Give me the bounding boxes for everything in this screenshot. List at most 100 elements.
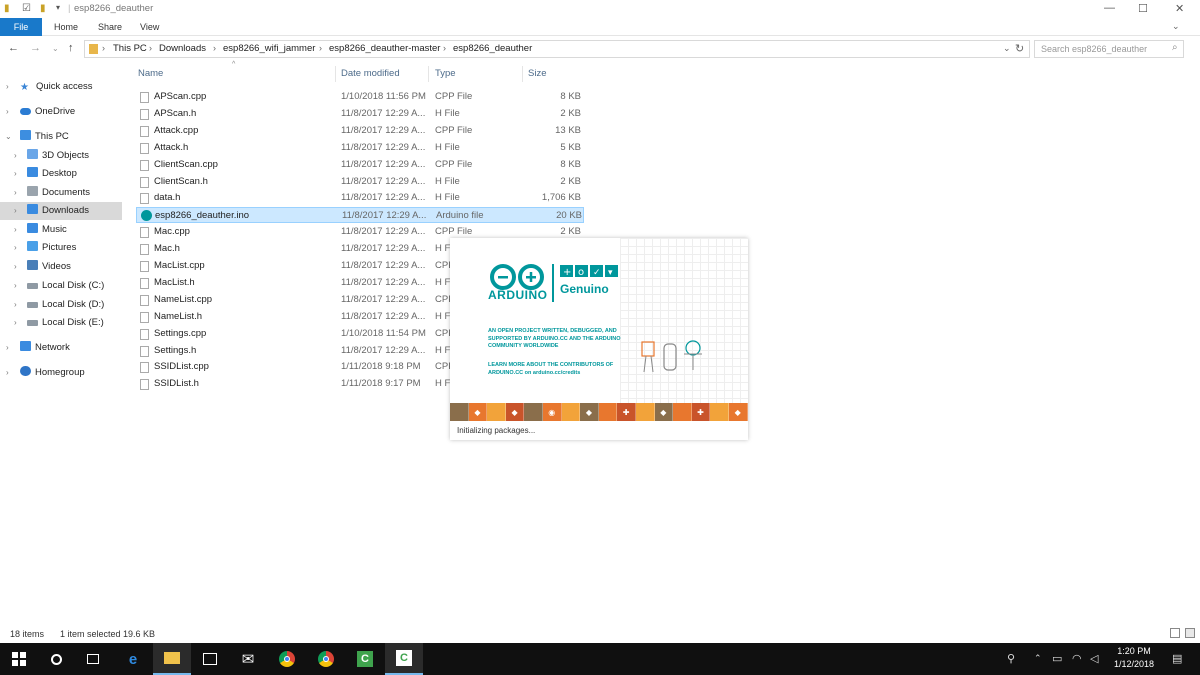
wifi-icon[interactable]: ◠ xyxy=(1072,652,1082,665)
sidebar-item-quick-access[interactable]: › ★ Quick access xyxy=(0,78,130,96)
chevron-right-icon[interactable]: › xyxy=(14,258,17,276)
breadcrumb-separator: › xyxy=(102,43,105,53)
genuino-symbols-icon: + o ✓ ▾ xyxy=(560,265,618,278)
file-row[interactable]: esp8266_deauther.ino 11/8/2017 12:29 A...… xyxy=(136,207,584,224)
breadcrumb-wifi-jammer[interactable]: esp8266_wifi_jammer xyxy=(223,43,315,54)
chrome-button[interactable] xyxy=(268,643,306,675)
sidebar-item-videos[interactable]: › Videos xyxy=(0,258,130,276)
refresh-icon[interactable]: ↻ xyxy=(1015,42,1024,55)
breadcrumb-deauther[interactable]: esp8266_deauther xyxy=(453,43,532,54)
volume-icon[interactable]: ◁ xyxy=(1090,652,1098,665)
chevron-right-icon[interactable]: › xyxy=(6,78,9,96)
sidebar-item-label: 3D Objects xyxy=(42,150,89,161)
search-button[interactable] xyxy=(37,643,75,675)
tab-home[interactable]: Home xyxy=(42,18,90,36)
file-row[interactable]: APScan.h 11/8/2017 12:29 A... H File 2 KB xyxy=(136,106,584,122)
camtasia-recorder-button[interactable]: C xyxy=(385,643,423,675)
up-arrow-icon[interactable]: ↑ xyxy=(68,42,74,54)
sidebar-item-this-pc[interactable]: ⌄ This PC xyxy=(0,128,130,146)
sidebar-item-network[interactable]: › Network xyxy=(0,339,130,357)
system-clock[interactable]: 1:20 PM 1/12/2018 xyxy=(1104,645,1164,671)
notifications-icon[interactable]: ▤ xyxy=(1172,652,1182,665)
chevron-down-icon[interactable]: ⌄ xyxy=(5,128,12,146)
chevron-right-icon[interactable]: › xyxy=(14,202,17,220)
tab-share[interactable]: Share xyxy=(86,18,134,36)
mail-button[interactable]: ✉ xyxy=(229,643,267,675)
column-header-size[interactable]: Size xyxy=(528,68,546,79)
breadcrumb-deauther-master[interactable]: esp8266_deauther-master xyxy=(329,43,440,54)
file-row[interactable]: ClientScan.h 11/8/2017 12:29 A... H File 2 … xyxy=(136,174,584,190)
chevron-right-icon[interactable]: › xyxy=(14,314,17,332)
edge-button[interactable]: e xyxy=(114,643,152,675)
column-divider[interactable] xyxy=(428,66,429,82)
chevron-right-icon[interactable]: › xyxy=(14,221,17,239)
forward-arrow-icon[interactable]: → xyxy=(30,42,41,54)
taskbar: e ✉ C C ⚲ ⌃ ▭ ◠ ◁ 1:20 PM 1/12/2018 ▤ xyxy=(0,643,1200,675)
sidebar-item-onedrive[interactable]: › OneDrive xyxy=(0,103,130,121)
breadcrumb-downloads[interactable]: Downloads xyxy=(159,43,206,54)
chevron-right-icon[interactable]: › xyxy=(14,239,17,257)
chevron-right-icon[interactable]: › xyxy=(14,277,17,295)
chevron-right-icon[interactable]: › xyxy=(14,296,17,314)
sidebar-item-pictures[interactable]: › Pictures xyxy=(0,239,130,257)
chrome-button-2[interactable] xyxy=(307,643,345,675)
details-view-icon[interactable] xyxy=(1170,628,1180,638)
chevron-right-icon[interactable]: › xyxy=(6,103,9,121)
file-name: SSIDList.h xyxy=(154,378,199,390)
column-header-date[interactable]: Date modified xyxy=(341,68,400,79)
title-divider: | xyxy=(68,3,71,14)
store-button[interactable] xyxy=(191,643,229,675)
sidebar-item-documents[interactable]: › Documents xyxy=(0,184,130,202)
svg-text:o: o xyxy=(578,267,584,278)
sidebar-item-desktop[interactable]: › Desktop xyxy=(0,165,130,183)
sidebar-item-downloads[interactable]: › Downloads xyxy=(0,202,122,220)
chevron-right-icon[interactable]: › xyxy=(14,165,17,183)
recent-locations-icon[interactable]: ⌄ xyxy=(52,44,59,53)
chevron-right-icon[interactable]: › xyxy=(14,147,17,165)
pattern-tile xyxy=(524,403,543,421)
file-row[interactable]: APScan.cpp 1/10/2018 11:56 PM CPP File 8 KB xyxy=(136,89,584,105)
sidebar-item-local-disk-c[interactable]: › Local Disk (C:) xyxy=(0,277,130,295)
pattern-tile xyxy=(450,403,469,421)
sidebar-item-3d-objects[interactable]: › 3D Objects xyxy=(0,147,130,165)
large-icons-view-icon[interactable] xyxy=(1185,628,1195,638)
start-button[interactable] xyxy=(0,643,38,675)
file-row[interactable]: Attack.h 11/8/2017 12:29 A... H File 5 KB xyxy=(136,140,584,156)
expand-ribbon-icon[interactable]: ⌄ xyxy=(1172,21,1180,32)
properties-icon[interactable]: ☑ xyxy=(22,3,31,14)
sidebar-item-music[interactable]: › Music xyxy=(0,221,130,239)
back-arrow-icon[interactable]: ← xyxy=(8,42,19,54)
chevron-right-icon[interactable]: › xyxy=(14,184,17,202)
camtasia-button[interactable]: C xyxy=(346,643,384,675)
address-bar[interactable]: › This PC › Downloads › esp8266_wifi_jam… xyxy=(84,40,1030,58)
tab-file[interactable]: File xyxy=(0,18,42,36)
column-divider[interactable] xyxy=(335,66,336,82)
chevron-down-icon[interactable]: ⌄ xyxy=(1003,43,1011,54)
file-row[interactable]: data.h 11/8/2017 12:29 A... H File 1,706 KB xyxy=(136,190,584,206)
task-view-button[interactable] xyxy=(74,643,112,675)
chevron-right-icon[interactable]: › xyxy=(6,339,9,357)
chevron-right-icon[interactable]: › xyxy=(6,364,9,382)
search-input[interactable]: Search esp8266_deauther xyxy=(1034,40,1184,58)
column-header-type[interactable]: Type xyxy=(435,68,456,79)
file-row[interactable]: ClientScan.cpp 11/8/2017 12:29 A... CPP Fi… xyxy=(136,157,584,173)
minimize-button[interactable]: — xyxy=(1104,2,1115,14)
column-divider[interactable] xyxy=(522,66,523,82)
file-explorer-button[interactable] xyxy=(153,643,191,675)
tab-view[interactable]: View xyxy=(128,18,171,36)
customize-toolbar-icon[interactable]: ▾ xyxy=(56,3,60,12)
selection-info: 1 item selected 19.6 KB xyxy=(60,629,156,639)
column-header-name[interactable]: Name xyxy=(138,68,163,79)
new-folder-icon[interactable]: ▮ xyxy=(40,3,46,14)
close-button[interactable]: ✕ xyxy=(1175,2,1184,15)
sidebar-item-local-disk-d[interactable]: › Local Disk (D:) xyxy=(0,296,130,314)
network-tray-icon[interactable]: ▭ xyxy=(1052,652,1062,665)
sidebar-item-local-disk-e[interactable]: › Local Disk (E:) xyxy=(0,314,130,332)
file-row[interactable]: Attack.cpp 11/8/2017 12:29 A... CPP File 13… xyxy=(136,123,584,139)
maximize-button[interactable]: ☐ xyxy=(1138,2,1148,15)
breadcrumb-this-pc[interactable]: This PC xyxy=(113,43,147,54)
sidebar-item-homegroup[interactable]: › Homegroup xyxy=(0,364,130,382)
show-hidden-icons-icon[interactable]: ⌃ xyxy=(1034,653,1042,664)
people-icon[interactable]: ⚲ xyxy=(1007,652,1015,665)
pattern-tile xyxy=(487,403,506,421)
